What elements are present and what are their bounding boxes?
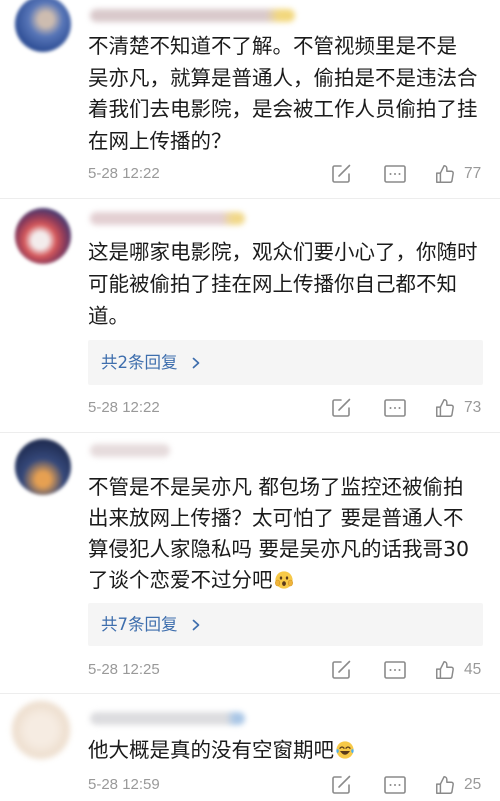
comment-button[interactable] xyxy=(383,658,407,682)
share-button[interactable] xyxy=(330,658,354,682)
username-redacted[interactable] xyxy=(90,212,245,225)
share-button[interactable] xyxy=(330,773,354,797)
view-replies-button[interactable]: 共7条回复 xyxy=(88,603,483,646)
comment-text: 不管是不是吴亦凡 都包场了监控还被偷拍 出来放网上传播？太可怕了 要是普通人不 … xyxy=(88,472,493,596)
comment-text-line: 这是哪家电影院，观众们要小心了，你随时 xyxy=(88,240,478,264)
laughing-tears-emoji-icon xyxy=(336,741,354,759)
comment-text-line-with-emoji: 了谈个恋爱不过分吧 xyxy=(88,565,493,596)
comment-meta-row: 5-28 12:22 73 xyxy=(0,396,500,420)
divider xyxy=(0,432,500,433)
username-redacted[interactable] xyxy=(90,444,170,457)
comment-button[interactable] xyxy=(383,773,407,797)
chevron-right-icon xyxy=(192,357,200,368)
like-button[interactable]: 73 xyxy=(433,396,493,420)
comment-meta-row: 5-28 12:25 45 xyxy=(0,658,500,682)
comment-text-line: 算侵犯人家隐私吗 要是吴亦凡的话我哥30 xyxy=(88,537,470,561)
comment-text-line: 着我们去电影院，是会被工作人员偷拍了挂 xyxy=(88,97,478,121)
comment-text-line: 不管是不是吴亦凡 都包场了监控还被偷拍 xyxy=(88,475,464,499)
like-count: 73 xyxy=(464,399,482,416)
username-redacted[interactable] xyxy=(90,9,295,22)
like-button[interactable]: 45 xyxy=(433,658,493,682)
avatar[interactable] xyxy=(15,439,71,495)
thumbs-up-icon xyxy=(436,776,454,794)
fearful-face-emoji-icon xyxy=(274,571,293,589)
comment-text-line: 不清楚不知道不了解。不管视频里是不是 xyxy=(88,34,457,58)
timestamp: 5-28 12:22 xyxy=(88,399,160,416)
comment-icon xyxy=(384,165,406,183)
comment-text-line: 可能被偷拍了挂在网上传播你自己都不知 xyxy=(88,272,457,296)
timestamp: 5-28 12:59 xyxy=(88,776,160,793)
comment-button[interactable] xyxy=(383,396,407,420)
avatar[interactable] xyxy=(15,208,71,264)
comment-text-line: 出来放网上传播？太可怕了 要是普通人不 xyxy=(88,506,464,530)
share-icon xyxy=(332,164,351,183)
comment-meta-row: 5-28 12:59 25 xyxy=(0,773,500,797)
timestamp: 5-28 12:22 xyxy=(88,165,160,182)
comment-text: 他大概是真的没有空窗期吧 xyxy=(88,734,493,766)
share-icon xyxy=(332,775,351,794)
thumbs-up-icon xyxy=(436,165,454,183)
comment-button[interactable] xyxy=(383,162,407,186)
share-button[interactable] xyxy=(330,396,354,420)
share-icon xyxy=(332,660,351,679)
divider xyxy=(0,693,500,694)
like-button[interactable]: 25 xyxy=(433,773,493,797)
comment-text-line: 在网上传播的？ xyxy=(88,128,232,153)
comment-text-line: 了谈个恋爱不过分吧 xyxy=(88,568,273,592)
comment-text-line: 吴亦凡，就算是普通人，偷拍是不是违法合 xyxy=(88,65,478,90)
like-count: 77 xyxy=(464,165,482,182)
chevron-right-icon xyxy=(192,619,200,630)
divider xyxy=(0,198,500,199)
replies-count-label: 共2条回复 xyxy=(101,353,178,372)
comment-text-line-with-emoji: 他大概是真的没有空窗期吧 xyxy=(88,734,493,766)
comment-icon xyxy=(384,399,406,417)
timestamp: 5-28 12:25 xyxy=(88,661,160,678)
username-redacted[interactable] xyxy=(90,712,245,725)
thumbs-up-icon xyxy=(436,399,454,417)
view-replies-button[interactable]: 共2条回复 xyxy=(88,340,483,385)
comment-text-line: 他大概是真的没有空窗期吧 xyxy=(88,738,334,762)
avatar[interactable] xyxy=(15,0,71,52)
comment-text: 不清楚不知道不了解。不管视频里是不是 吴亦凡，就算是普通人，偷拍是不是违法合 着… xyxy=(88,31,493,157)
comment-text-line: 道。 xyxy=(88,304,129,328)
replies-count-label: 共7条回复 xyxy=(101,615,178,634)
comment-icon xyxy=(384,661,406,679)
comment-meta-row: 5-28 12:22 77 xyxy=(0,162,500,186)
avatar[interactable] xyxy=(12,701,70,759)
like-count: 25 xyxy=(464,776,482,793)
like-count: 45 xyxy=(464,661,482,678)
share-button[interactable] xyxy=(330,162,354,186)
comment-text: 这是哪家电影院，观众们要小心了，你随时 可能被偷拍了挂在网上传播你自己都不知 道… xyxy=(88,236,493,332)
like-button[interactable]: 77 xyxy=(433,162,493,186)
thumbs-up-icon xyxy=(436,661,454,679)
comment-icon xyxy=(384,776,406,794)
share-icon xyxy=(332,398,351,417)
